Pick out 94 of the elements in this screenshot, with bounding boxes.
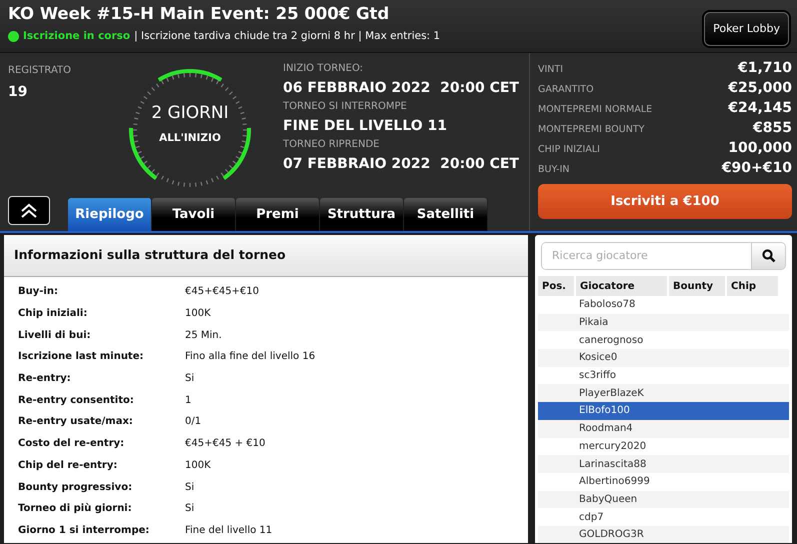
column-header[interactable]: Bounty — [669, 276, 727, 296]
player-search-field[interactable]: Ricerca giocatore — [541, 242, 786, 270]
countdown-caption: ALL'INIZIO — [158, 131, 222, 146]
schedule-label: INIZIO TORNEO: — [283, 62, 364, 76]
stat-value: €25,000 — [728, 79, 792, 98]
stat-label: MONTEPREMI BOUNTY — [538, 123, 644, 137]
info-value: €45+€45+€10 — [185, 285, 260, 300]
stat-value: €90+€10 — [722, 159, 792, 178]
info-value: Fine del livello 11 — [185, 524, 272, 538]
info-label: Re-entry consentito: — [17, 394, 135, 408]
player-name: sc3riffo — [579, 369, 616, 384]
countdown-value: 2 GIORNI — [150, 102, 230, 125]
player-name: canerognoso — [579, 334, 644, 348]
registered-label: REGISTRATO — [8, 64, 72, 78]
player-row[interactable]: Albertino6999 — [538, 472, 789, 491]
info-label: Re-entry usate/max: — [17, 415, 134, 430]
stat-label: BUY-IN — [538, 163, 570, 177]
player-name: BabyQueen — [579, 492, 638, 507]
tab[interactable]: Satelliti — [404, 198, 488, 231]
tab[interactable]: Premi — [236, 198, 320, 231]
info-label: Re-entry: — [17, 372, 72, 386]
info-value: Fino alla fine del livello 16 — [185, 350, 316, 364]
info-value: Si — [185, 502, 194, 516]
register-button[interactable]: Iscriviti a €100 — [538, 184, 792, 219]
player-name: cdp7 — [579, 510, 604, 525]
player-row[interactable]: Larinascita88 — [538, 455, 789, 473]
info-value: 100K — [185, 458, 211, 473]
stat-value: €1,710 — [738, 59, 792, 78]
registration-status: Iscrizione in corso — [23, 29, 130, 44]
info-value: Si — [185, 480, 194, 495]
stat-value: €24,145 — [728, 99, 792, 118]
player-name: Faboloso78 — [579, 298, 636, 312]
player-row[interactable]: BabyQueen — [538, 490, 789, 508]
info-value: 0/1 — [185, 415, 202, 430]
player-name: Albertino6999 — [579, 475, 650, 490]
poker-lobby-button[interactable]: Poker Lobby — [704, 12, 789, 46]
player-row[interactable]: cdp7 — [538, 508, 789, 526]
info-label: Bounty progressivo: — [17, 480, 134, 495]
player-row[interactable]: GOLDROG3R — [538, 526, 789, 543]
info-label: Buy-in: — [17, 285, 59, 300]
player-row[interactable]: Kosice0 — [538, 349, 789, 367]
player-row[interactable]: PlayerBlazeK — [538, 384, 789, 402]
tab[interactable]: Tavoli — [152, 198, 236, 231]
info-label: Costo del re-entry: — [17, 437, 126, 452]
info-label: Chip iniziali: — [17, 307, 88, 322]
info-label: Chip del re-entry: — [17, 458, 118, 473]
info-label: Iscrizione last minute: — [17, 350, 144, 364]
player-row[interactable]: Pikaia — [538, 314, 789, 332]
tab[interactable]: Struttura — [320, 198, 404, 231]
player-name: Roodman4 — [579, 422, 633, 436]
panel-title: Informazioni sulla struttura del torneo — [4, 235, 528, 277]
info-value: 100K — [185, 307, 211, 322]
schedule-label: TORNEO SI INTERROMPE — [283, 100, 408, 114]
tournament-title: KO Week #15-H Main Event: 25 000€ Gtd — [8, 4, 390, 24]
player-row[interactable]: ElBofo100 — [538, 402, 789, 420]
player-row[interactable]: Roodman4 — [538, 420, 789, 438]
player-row[interactable]: mercury2020 — [538, 438, 789, 456]
collapse-button[interactable] — [8, 196, 50, 225]
player-name: ElBofo100 — [579, 404, 630, 418]
stat-label: GARANTITO — [538, 83, 594, 97]
schedule-value: 06 FEBBRAIO 2022 20:00 CET — [283, 79, 519, 98]
column-header[interactable]: Pos. — [538, 276, 576, 296]
stat-label: VINTI — [538, 63, 564, 77]
player-row[interactable]: canerognoso — [538, 331, 789, 350]
player-name: Larinascita88 — [579, 458, 646, 472]
info-label: Torneo di più giorni: — [17, 502, 133, 516]
stat-value: 100,000 — [728, 139, 792, 158]
registration-details: | Iscrizione tardiva chiude tra 2 giorni 8 hr | Max entries: 1 — [134, 29, 440, 44]
info-label: Giorno 1 si interrompe: — [17, 524, 150, 538]
info-value: 25 Min. — [185, 328, 222, 343]
player-row[interactable]: sc3riffo — [538, 366, 789, 384]
column-header[interactable]: Chip — [727, 276, 780, 296]
info-value: €45+€45 + €10 — [185, 437, 266, 452]
schedule-value: FINE DEL LIVELLO 11 — [283, 117, 448, 136]
player-name: PlayerBlazeK — [579, 386, 644, 401]
schedule-label: TORNEO RIPRENDE — [283, 138, 380, 152]
column-header[interactable]: Giocatore — [576, 276, 669, 296]
search-icon — [762, 249, 776, 263]
schedule-value: 07 FEBBRAIO 2022 20:00 CET — [283, 155, 519, 174]
player-row[interactable]: Faboloso78 — [538, 296, 789, 314]
tab[interactable]: Riepilogo — [68, 198, 152, 231]
search-button[interactable] — [751, 243, 785, 269]
double-chevron-up-icon — [20, 202, 38, 218]
player-name: mercury2020 — [579, 440, 646, 454]
player-name: Kosice0 — [579, 351, 618, 366]
stat-label: CHIP INIZIALI — [538, 143, 600, 157]
player-name: Pikaia — [579, 316, 608, 330]
player-name: GOLDROG3R — [579, 528, 644, 542]
info-value: Si — [185, 372, 194, 386]
info-label: Livelli di bui: — [17, 328, 92, 343]
stat-value: €855 — [753, 119, 792, 138]
info-value: 1 — [185, 394, 192, 408]
registered-count: 19 — [8, 83, 28, 102]
stat-label: MONTEPREMI NORMALE — [538, 103, 652, 117]
